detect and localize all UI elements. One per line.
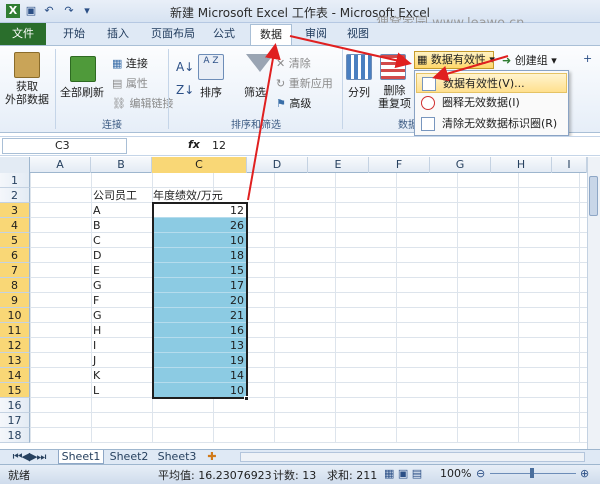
annotation-arrows: [247, 35, 509, 201]
arrow-to-data-validation: [289, 35, 412, 69]
arrow-to-menu-item: [432, 55, 509, 82]
arrow-to-data-tab: [247, 43, 281, 201]
